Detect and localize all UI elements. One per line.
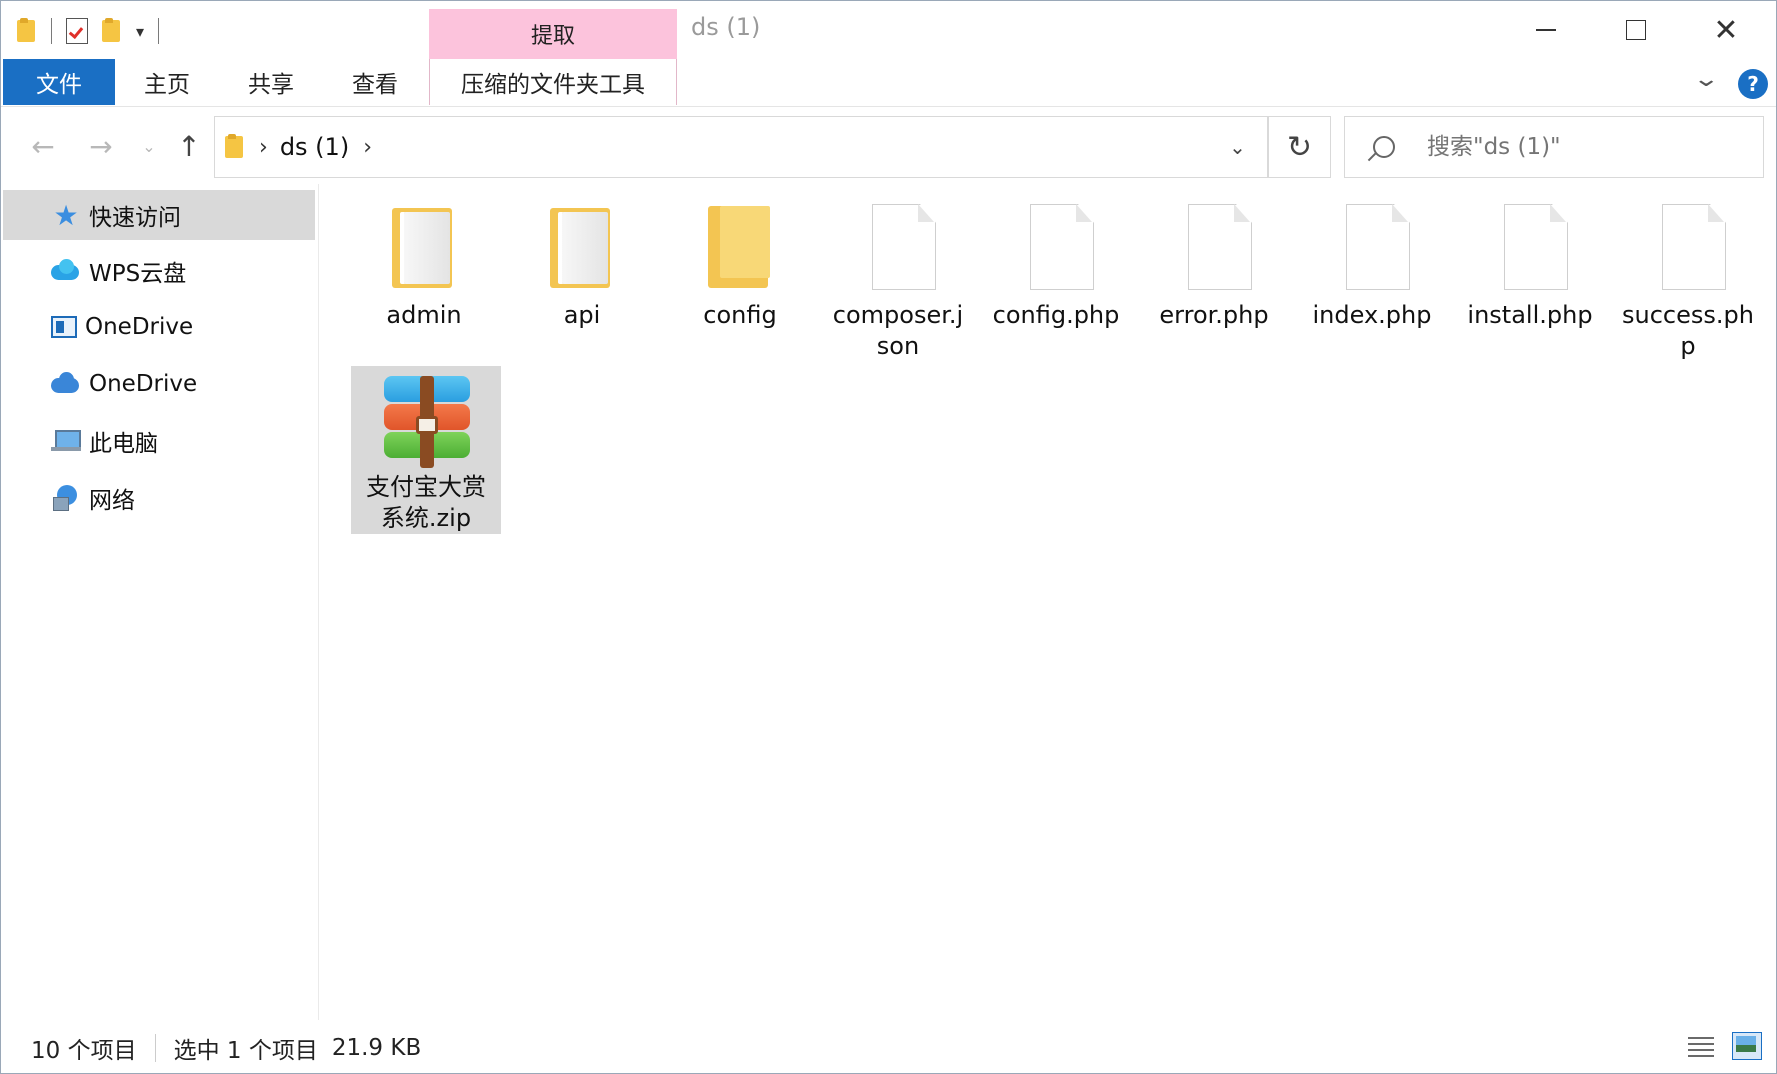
toolbar-divider	[51, 18, 52, 44]
search-icon	[1373, 136, 1395, 158]
navigation-bar: ← → ⌄ ↑ › ds (1) › ⌄ ↻	[1, 108, 1776, 184]
wps-cloud-icon	[51, 256, 81, 286]
tab-view[interactable]: 查看	[329, 59, 421, 105]
minimize-button[interactable]	[1501, 9, 1591, 51]
document-icon	[1016, 202, 1096, 292]
refresh-icon[interactable]: ↻	[1269, 116, 1331, 178]
forward-arrow-icon[interactable]: →	[81, 126, 121, 166]
new-folder-icon[interactable]	[102, 18, 122, 44]
file-name: 支付宝大赏系统.zip	[366, 473, 486, 532]
sidebar-item-label: 此电脑	[89, 431, 158, 457]
file-name: config	[703, 301, 777, 329]
file-name: error.php	[1159, 301, 1269, 329]
search-input[interactable]	[1427, 134, 1747, 160]
file-name: success.php	[1622, 301, 1754, 360]
up-arrow-icon[interactable]: ↑	[169, 126, 209, 166]
folder-icon	[542, 202, 622, 292]
selected-size: 21.9 KB	[331, 1034, 422, 1061]
zip-archive-icon	[376, 374, 476, 472]
folder-icon	[225, 134, 245, 160]
customize-toolbar-dropdown-icon[interactable]: ▾	[136, 22, 144, 41]
context-tab-group-extract: 提取	[429, 9, 677, 59]
file-item-composer-json[interactable]: composer.json	[823, 202, 973, 362]
file-item-index-php[interactable]: index.php	[1297, 202, 1447, 331]
file-name: admin	[386, 301, 462, 329]
folder-icon	[700, 202, 780, 292]
tab-compressed-folder-tools[interactable]: 压缩的文件夹工具	[429, 59, 677, 105]
toolbar-divider	[158, 18, 160, 44]
document-icon	[1174, 202, 1254, 292]
breadcrumb-chevron-icon[interactable]: ›	[259, 135, 268, 160]
ribbon-tabs: 文件 主页 共享 查看 压缩的文件夹工具	[1, 59, 1776, 107]
onedrive-cloud-icon	[51, 369, 81, 399]
properties-icon[interactable]	[66, 18, 88, 44]
document-icon	[1490, 202, 1570, 292]
onedrive-business-icon	[51, 316, 77, 338]
folder-icon	[17, 18, 37, 44]
file-name: config.php	[992, 301, 1120, 329]
breadcrumb-chevron-icon[interactable]: ›	[363, 135, 372, 160]
status-bar: 10 个项目 选中 1 个项目 21.9 KB	[1, 1020, 1776, 1074]
network-icon	[51, 483, 81, 513]
sidebar-item-label: OneDrive	[85, 314, 194, 340]
sidebar-item-this-pc[interactable]: 此电脑	[3, 416, 315, 466]
file-name: install.php	[1467, 301, 1593, 329]
address-bar[interactable]: › ds (1) › ⌄	[214, 116, 1269, 178]
sidebar-item-onedrive-business[interactable]: OneDrive	[3, 302, 315, 352]
document-icon	[858, 202, 938, 292]
sidebar-item-quick-access[interactable]: ★ 快速访问	[3, 190, 315, 240]
file-explorer-window: ▾ 提取 ds (1) ✕ 文件 主页 共享 查看 压缩的文件夹工具 ⌄ ? ←…	[0, 0, 1777, 1074]
file-name: composer.json	[832, 301, 964, 360]
sidebar-item-wps-cloud[interactable]: WPS云盘	[3, 246, 315, 296]
sidebar-item-label: 快速访问	[89, 205, 181, 231]
details-view-icon[interactable]	[1688, 1034, 1714, 1060]
status-divider	[154, 1033, 156, 1062]
file-list: admin api config composer.json config.ph…	[321, 184, 1776, 1020]
file-name: index.php	[1312, 301, 1432, 329]
file-item-install-php[interactable]: install.php	[1455, 202, 1605, 331]
close-button[interactable]: ✕	[1681, 9, 1771, 51]
selected-count: 选中 1 个项目	[173, 1037, 318, 1064]
back-arrow-icon[interactable]: ←	[23, 126, 63, 166]
maximize-button[interactable]	[1591, 9, 1681, 51]
help-icon[interactable]: ?	[1738, 69, 1768, 99]
document-icon	[1648, 202, 1728, 292]
file-name: api	[563, 301, 601, 329]
this-pc-icon	[51, 426, 81, 456]
sidebar-item-label: 网络	[89, 488, 135, 514]
star-icon: ★	[53, 198, 79, 232]
expand-ribbon-chevron-icon[interactable]: ⌄	[1692, 67, 1720, 92]
sidebar-item-onedrive[interactable]: OneDrive	[3, 359, 315, 409]
sidebar-item-label: OneDrive	[89, 371, 198, 397]
file-item-success-php[interactable]: success.php	[1613, 202, 1763, 362]
breadcrumb-item[interactable]: ds (1)	[280, 133, 349, 161]
tab-home[interactable]: 主页	[121, 59, 213, 105]
item-count: 10 个项目	[31, 1037, 137, 1064]
window-title: ds (1)	[691, 13, 761, 41]
search-box[interactable]	[1344, 116, 1764, 178]
file-item-admin[interactable]: admin	[349, 202, 499, 331]
title-bar: ▾ 提取 ds (1) ✕	[1, 1, 1776, 59]
large-icons-view-icon[interactable]	[1732, 1032, 1762, 1060]
document-icon	[1332, 202, 1412, 292]
tab-share[interactable]: 共享	[225, 59, 317, 105]
recent-locations-chevron-icon[interactable]: ⌄	[129, 126, 169, 166]
file-item-config[interactable]: config	[665, 202, 815, 331]
sidebar-item-label: WPS云盘	[89, 261, 187, 287]
tab-file[interactable]: 文件	[3, 59, 115, 105]
file-item-api[interactable]: api	[507, 202, 657, 331]
navigation-pane: ★ 快速访问 WPS云盘 OneDrive OneDrive 此电脑 网络	[1, 184, 319, 1020]
file-item-config-php[interactable]: config.php	[981, 202, 1131, 331]
address-history-chevron-icon[interactable]: ⌄	[1208, 117, 1268, 177]
folder-icon	[384, 202, 464, 292]
sidebar-item-network[interactable]: 网络	[3, 473, 315, 523]
quick-access-toolbar: ▾	[17, 15, 160, 47]
file-item-zip-archive[interactable]: 支付宝大赏系统.zip	[351, 366, 501, 534]
file-item-error-php[interactable]: error.php	[1139, 202, 1289, 331]
